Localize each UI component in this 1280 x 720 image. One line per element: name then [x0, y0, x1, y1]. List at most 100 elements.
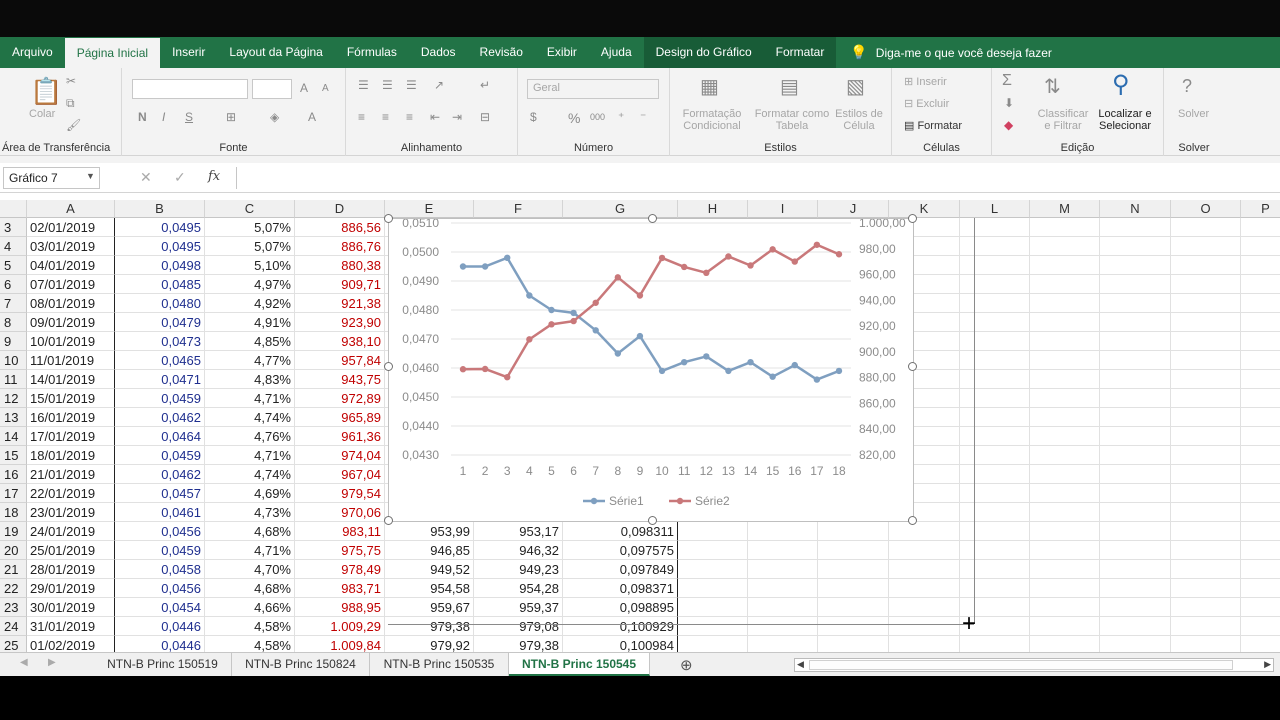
cell-o[interactable] [1171, 541, 1241, 560]
cell-a[interactable]: 16/01/2019 [27, 408, 115, 427]
cell-m[interactable] [1030, 560, 1100, 579]
underline-button[interactable]: S [185, 110, 193, 124]
row-header[interactable]: 22 [0, 579, 27, 598]
cell-b[interactable]: 0,0480 [115, 294, 205, 313]
cell-n[interactable] [1100, 256, 1171, 275]
conditional-format-icon[interactable]: ▦ [700, 74, 719, 99]
cell-p[interactable] [1241, 370, 1280, 389]
cell-n[interactable] [1100, 313, 1171, 332]
cell-l[interactable] [960, 427, 1030, 446]
cell-h[interactable] [678, 598, 748, 617]
align-center-icon[interactable]: ≡ [382, 110, 389, 124]
cell-b[interactable]: 0,0446 [115, 617, 205, 636]
cell-l[interactable] [960, 579, 1030, 598]
cell-a[interactable]: 17/01/2019 [27, 427, 115, 446]
cell-l[interactable] [960, 541, 1030, 560]
line-chart[interactable]: 0,0430 0,0440 0,0450 0,0460 0,0470 0,0480 0,04… [384, 214, 917, 525]
horizontal-scrollbar[interactable]: ◀ ▶ [794, 658, 1274, 672]
cell-m[interactable] [1030, 427, 1100, 446]
cell-d[interactable]: 983,11 [295, 522, 385, 541]
cell-o[interactable] [1171, 579, 1241, 598]
cell-o[interactable] [1171, 408, 1241, 427]
cell-d[interactable]: 1.009,84 [295, 636, 385, 652]
cell-d[interactable]: 886,56 [295, 218, 385, 237]
cut-icon[interactable]: ✂ [66, 74, 76, 88]
cell-k[interactable] [889, 541, 960, 560]
cell-l[interactable] [960, 465, 1030, 484]
chart-resize-handle[interactable] [908, 516, 917, 525]
cell-l[interactable] [960, 636, 1030, 652]
cell-c[interactable]: 4,66% [205, 598, 295, 617]
cell-k[interactable] [889, 579, 960, 598]
sheet-scroll-left-icon[interactable]: ◀ [20, 657, 28, 668]
cell-n[interactable] [1100, 465, 1171, 484]
cell-e[interactable]: 953,99 [385, 522, 474, 541]
cell-c[interactable]: 4,58% [205, 636, 295, 652]
fill-color-icon[interactable]: ◈ [270, 110, 279, 124]
cell-f[interactable]: 959,37 [474, 598, 563, 617]
align-middle-icon[interactable]: ☰ [382, 78, 393, 92]
cell-c[interactable]: 4,91% [205, 313, 295, 332]
cell-m[interactable] [1030, 484, 1100, 503]
cell-m[interactable] [1030, 522, 1100, 541]
cell-b[interactable]: 0,0485 [115, 275, 205, 294]
row-header[interactable]: 13 [0, 408, 27, 427]
cell-d[interactable]: 1.009,29 [295, 617, 385, 636]
sort-filter-icon[interactable]: ⇅ [1044, 74, 1061, 99]
cell-c[interactable]: 4,83% [205, 370, 295, 389]
column-header-g[interactable]: G [563, 200, 678, 218]
cell-o[interactable] [1171, 313, 1241, 332]
cell-l[interactable] [960, 560, 1030, 579]
tab-exibir[interactable]: Exibir [535, 37, 589, 68]
cell-m[interactable] [1030, 598, 1100, 617]
cell-h[interactable] [678, 579, 748, 598]
cell-d[interactable]: 886,76 [295, 237, 385, 256]
cell-l[interactable] [960, 484, 1030, 503]
chart-resize-handle[interactable] [648, 516, 657, 525]
column-header-c[interactable]: C [205, 200, 295, 218]
cell-b[interactable]: 0,0462 [115, 408, 205, 427]
cell-a[interactable]: 24/01/2019 [27, 522, 115, 541]
cell-h[interactable] [678, 636, 748, 652]
tab-f-rmulas[interactable]: Fórmulas [335, 37, 409, 68]
worksheet-grid[interactable]: A B C D E F G H I J K L M N O P 3 02/01/2019 0,0495 5,07% 88… [0, 200, 1280, 652]
cell-b[interactable]: 0,0479 [115, 313, 205, 332]
cell-j[interactable] [818, 579, 889, 598]
cell-p[interactable] [1241, 617, 1280, 636]
cell-o[interactable] [1171, 332, 1241, 351]
add-sheet-icon[interactable]: ⊕ [680, 656, 693, 674]
cell-i[interactable] [748, 598, 818, 617]
cell-m[interactable] [1030, 351, 1100, 370]
cell-p[interactable] [1241, 579, 1280, 598]
delete-cells-button[interactable]: ⊟ Excluir [904, 97, 949, 110]
bold-button[interactable]: N [138, 110, 147, 124]
scrollbar-thumb[interactable] [809, 660, 1233, 670]
cell-l[interactable] [960, 256, 1030, 275]
cell-i[interactable] [748, 541, 818, 560]
cell-b[interactable]: 0,0465 [115, 351, 205, 370]
column-header-b[interactable]: B [115, 200, 205, 218]
cell-m[interactable] [1030, 332, 1100, 351]
column-header-e[interactable]: E [385, 200, 474, 218]
cell-f[interactable]: 954,28 [474, 579, 563, 598]
cell-f[interactable]: 946,32 [474, 541, 563, 560]
cell-a[interactable]: 25/01/2019 [27, 541, 115, 560]
cell-m[interactable] [1030, 617, 1100, 636]
cell-d[interactable]: 957,84 [295, 351, 385, 370]
number-format-select[interactable]: Geral [527, 79, 659, 99]
cell-p[interactable] [1241, 294, 1280, 313]
cell-m[interactable] [1030, 636, 1100, 652]
cell-o[interactable] [1171, 427, 1241, 446]
cell-o[interactable] [1171, 389, 1241, 408]
cell-o[interactable] [1171, 237, 1241, 256]
merge-center-icon[interactable]: ⊟ [480, 110, 490, 124]
column-header-h[interactable]: H [678, 200, 748, 218]
decrease-decimal-icon[interactable]: ⁻ [640, 110, 646, 124]
cell-j[interactable] [818, 541, 889, 560]
cell-p[interactable] [1241, 237, 1280, 256]
cell-d[interactable]: 909,71 [295, 275, 385, 294]
cell-styles-icon[interactable]: ▧ [846, 74, 865, 99]
cell-e[interactable]: 954,58 [385, 579, 474, 598]
align-top-icon[interactable]: ☰ [358, 78, 369, 92]
font-size-select[interactable] [252, 79, 292, 99]
